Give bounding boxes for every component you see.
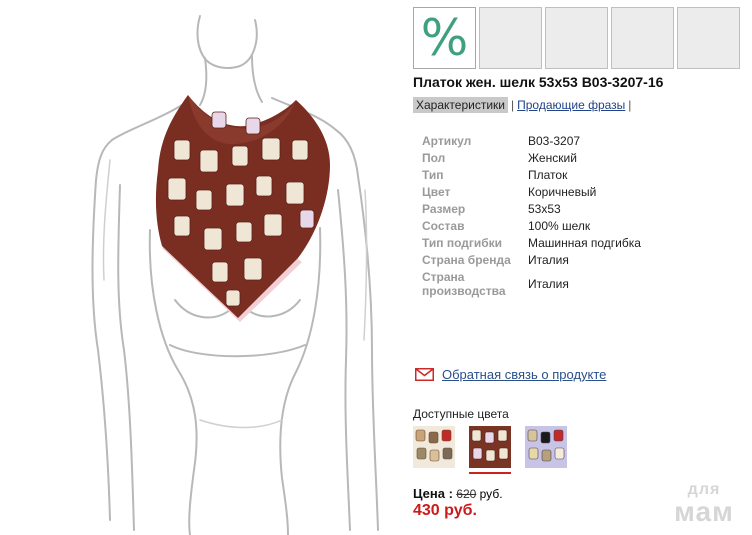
- spec-row: Страна производства Италия: [422, 268, 641, 300]
- spec-value: 53x53: [528, 201, 561, 216]
- specs-table: Артикул B03-3207 Пол Женский Тип Платок …: [422, 132, 641, 300]
- spec-row: Пол Женский: [422, 149, 641, 166]
- thumbnail[interactable]: [611, 7, 674, 69]
- color-swatch-lilac[interactable]: [525, 426, 567, 470]
- swatch-light-image: [413, 426, 455, 468]
- percent-icon: %: [420, 9, 469, 67]
- thumbnail-strip: %: [413, 7, 740, 69]
- new-price: 430 руб.: [413, 502, 477, 519]
- product-image: [0, 0, 410, 535]
- spec-value: Италия: [528, 277, 569, 291]
- spec-key: Тип: [422, 167, 444, 182]
- spec-value: Италия: [528, 252, 569, 267]
- spec-key: Артикул: [422, 133, 472, 148]
- old-price: 620: [456, 487, 477, 501]
- spec-row: Страна бренда Италия: [422, 251, 641, 268]
- thumbnail-discount[interactable]: %: [413, 7, 476, 69]
- spec-key: Цвет: [422, 184, 451, 199]
- color-swatches: [413, 426, 567, 474]
- feedback-link[interactable]: Обратная связь о продукте: [442, 367, 606, 382]
- tab-bar: Характеристики | Продающие фразы |: [413, 97, 634, 113]
- spec-key: Размер: [422, 201, 466, 216]
- spec-value: B03-3207: [528, 133, 581, 148]
- product-title: Платок жен. шелк 53x53 B03-3207-16: [413, 74, 664, 90]
- watermark-bottom: мам: [674, 496, 734, 527]
- spec-row: Цвет Коричневый: [422, 183, 641, 200]
- spec-value: 100% шелк: [528, 218, 591, 233]
- spec-row: Артикул B03-3207: [422, 132, 641, 149]
- mannequin-illustration: [91, 15, 379, 535]
- thumbnail[interactable]: [479, 7, 542, 69]
- tab-separator: |: [510, 98, 515, 112]
- spec-row: Состав 100% шелк: [422, 217, 641, 234]
- spec-key: Тип подгибки: [422, 235, 503, 250]
- spec-value: Женский: [528, 150, 577, 165]
- colors-label: Доступные цвета: [413, 407, 509, 421]
- tab-characteristics[interactable]: Характеристики: [413, 97, 508, 113]
- color-swatch-brown[interactable]: [469, 426, 511, 474]
- tab-separator: |: [628, 98, 632, 112]
- price-label: Цена :: [413, 486, 453, 501]
- spec-key: Состав: [422, 218, 465, 233]
- tab-selling-phrases[interactable]: Продающие фразы: [517, 98, 625, 112]
- spec-value: Машинная подгибка: [528, 235, 641, 250]
- spec-row: Тип Платок: [422, 166, 641, 183]
- swatch-lilac-image: [525, 426, 567, 468]
- spec-row: Тип подгибки Машинная подгибка: [422, 234, 641, 251]
- spec-row: Размер 53x53: [422, 200, 641, 217]
- color-swatch-light[interactable]: [413, 426, 455, 470]
- watermark-logo: для мам: [664, 482, 744, 526]
- feedback-link-row[interactable]: Обратная связь о продукте: [415, 367, 606, 382]
- spec-key: Страна бренда: [422, 252, 511, 267]
- envelope-icon: [415, 368, 434, 381]
- spec-value: Платок: [528, 167, 568, 182]
- spec-key: Пол: [422, 150, 446, 165]
- swatch-brown-image: [469, 426, 511, 468]
- thumbnail[interactable]: [545, 7, 608, 69]
- spec-value: Коричневый: [528, 184, 597, 199]
- thumbnail[interactable]: [677, 7, 740, 69]
- price-line: Цена : 620 руб.: [413, 486, 503, 501]
- old-price-unit: руб.: [479, 487, 503, 501]
- spec-key: Страна производства: [422, 270, 506, 298]
